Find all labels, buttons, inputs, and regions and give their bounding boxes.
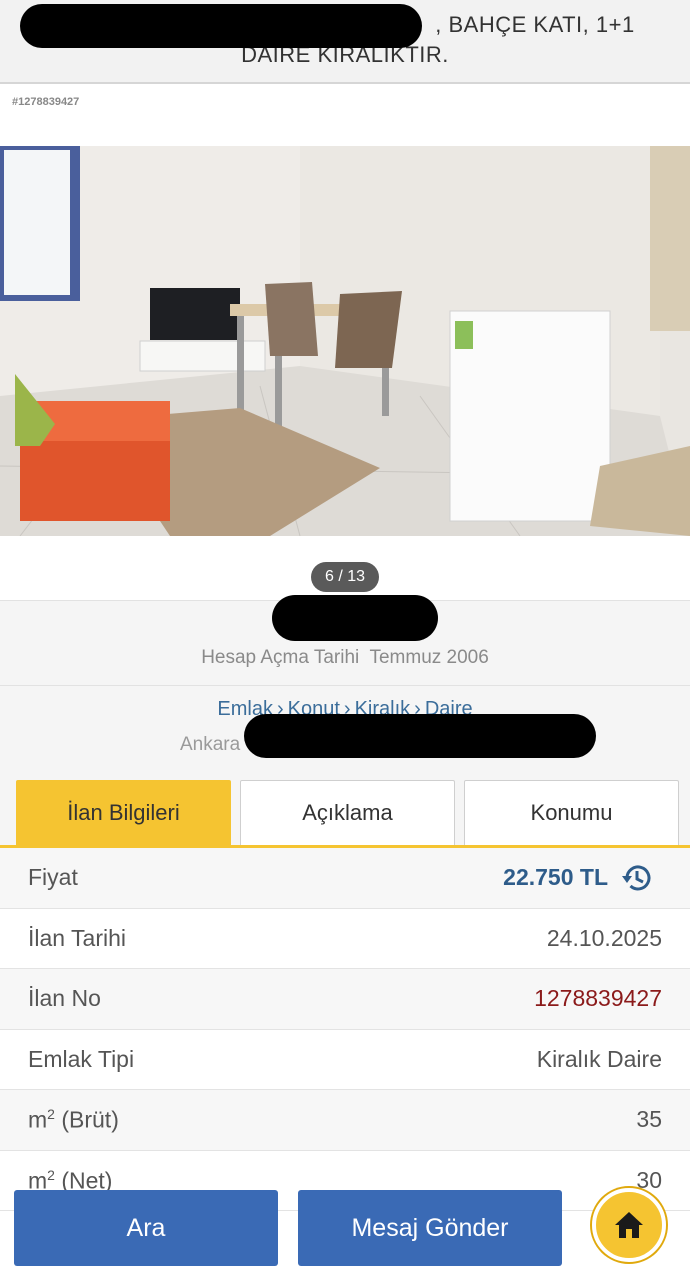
type-label: Emlak Tipi <box>28 1045 135 1072</box>
history-icon[interactable] <box>620 861 654 895</box>
listing-photo[interactable] <box>0 146 690 536</box>
tab-aciklama[interactable]: Açıklama <box>240 780 455 845</box>
price-label: Fiyat <box>28 864 78 890</box>
tab-konumu[interactable]: Konumu <box>464 780 679 845</box>
breadcrumb: Emlak › Konut › Kiralık › Daire Ankara <box>0 686 690 776</box>
listing-header: , BAHÇE KATI, 1+1 DAİRE KİRALIKTIR. <box>0 0 690 84</box>
account-since-value: Temmuz 2006 <box>369 647 489 668</box>
gross-area-label: m2 (Brüt) <box>28 1106 119 1133</box>
tab-ilan-bilgileri[interactable]: İlan Bilgileri <box>16 780 231 845</box>
gross-area-value: 35 <box>636 1106 662 1132</box>
home-button[interactable] <box>592 1188 666 1262</box>
account-since-label: Hesap Açma Tarihi <box>201 647 360 668</box>
gross-area-label-text: (Brüt) <box>61 1106 119 1133</box>
listing-id: #1278839427 <box>12 96 80 108</box>
redaction <box>272 595 438 641</box>
photo-counter: 6 / 13 <box>311 562 379 592</box>
detail-row-listing-no: İlan No 1278839427 <box>0 969 690 1030</box>
send-message-button[interactable]: Mesaj Gönder <box>298 1190 562 1266</box>
detail-tabs: İlan Bilgileri Açıklama Konumu <box>0 776 690 848</box>
call-button[interactable]: Ara <box>14 1190 278 1266</box>
type-value: Kiralık Daire <box>536 1045 662 1072</box>
detail-row-price: Fiyat 22.750 TL <box>0 848 690 909</box>
seller-info[interactable]: Hesap Açma Tarihi Temmuz 2006 <box>0 595 690 686</box>
listing-no-label: İlan No <box>28 985 101 1011</box>
listing-no-value: 1278839427 <box>534 985 662 1011</box>
date-label: İlan Tarihi <box>28 924 127 951</box>
detail-row-date: İlan Tarihi 24.10.2025 <box>0 909 690 969</box>
redaction <box>20 4 422 48</box>
listing-details: Fiyat 22.750 TL İlan Tarihi 24.10.2025 İ… <box>0 848 690 1211</box>
home-icon <box>615 1212 643 1238</box>
date-value: 24.10.2025 <box>546 924 662 951</box>
detail-row-gross-area: m2 (Brüt) 35 <box>0 1090 690 1151</box>
location-text[interactable]: Ankara <box>180 734 240 756</box>
detail-row-type: Emlak Tipi Kiralık Daire <box>0 1030 690 1090</box>
room-photo-image <box>0 146 690 536</box>
photo-gallery[interactable]: #1278839427 6 / 13 <box>0 86 690 600</box>
price-value: 22.750 TL <box>503 864 608 890</box>
redaction <box>244 714 596 758</box>
account-since: Hesap Açma Tarihi Temmuz 2006 <box>0 647 690 669</box>
